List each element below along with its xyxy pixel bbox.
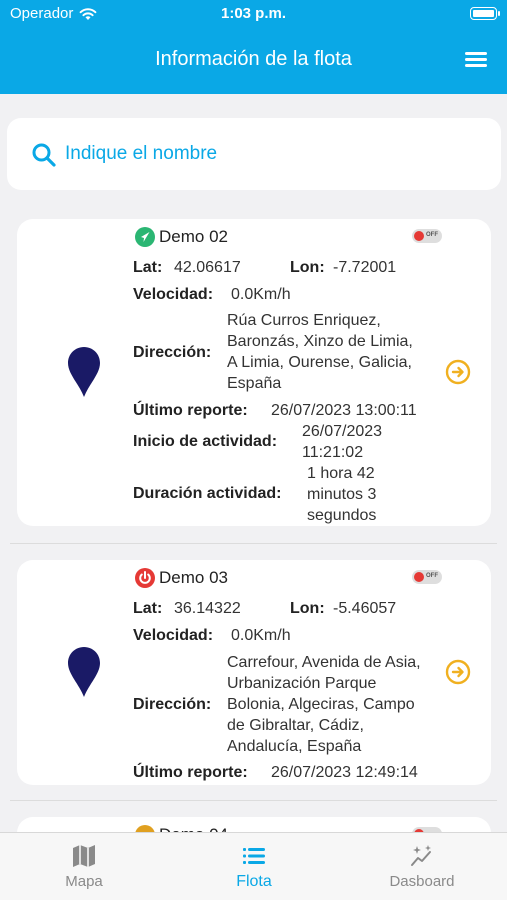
activity-duration-line: 1 hora 42: [307, 465, 375, 482]
tab-flota[interactable]: Flota: [194, 843, 314, 891]
lon-value: -7.72001: [333, 259, 397, 276]
status-bar: Operador 1:03 p.m.: [0, 0, 507, 28]
tab-label: Dasboard: [389, 873, 455, 890]
battery-icon: [470, 7, 500, 20]
device-name: Demo 03: [159, 568, 228, 587]
last-report-value: 26/07/2023 13:00:11: [271, 402, 417, 419]
toggle-label: OFF: [426, 573, 438, 579]
address-line: de Gibraltar, Cádiz,: [227, 717, 364, 734]
list-divider: [10, 800, 497, 801]
map-icon: [73, 845, 95, 867]
arrow-right-circle-icon[interactable]: [445, 359, 471, 385]
address-line: Rúa Curros Enriquez,: [227, 312, 381, 329]
activity-duration-line: minutos 3: [307, 486, 377, 503]
address-label: Dirección:: [133, 344, 212, 361]
address-line: España: [227, 375, 282, 392]
hamburger-icon-line: [465, 64, 487, 67]
tab-mapa[interactable]: Mapa: [24, 843, 144, 890]
speed-value: 0.0Km/h: [231, 286, 291, 303]
tab-bar: Mapa Flota Dasboard: [0, 832, 507, 900]
last-report-value: 26/07/2023 12:49:14: [271, 764, 418, 781]
tab-label: Flota: [236, 873, 272, 890]
search-icon[interactable]: [31, 142, 57, 168]
ignition-toggle[interactable]: OFF: [412, 229, 442, 243]
device-name: Demo 02: [159, 227, 228, 246]
last-report-label: Último reporte:: [133, 402, 248, 419]
arrow-right-circle-icon[interactable]: [445, 659, 471, 685]
lon-label: Lon:: [290, 259, 325, 276]
hamburger-icon-line: [465, 58, 487, 61]
device-card[interactable]: Demo 02 OFF Lat: 42.06617 Lon: -7.72001 …: [17, 219, 491, 526]
map-pin-icon: [68, 347, 100, 397]
app-header: Operador 1:03 p.m. Información de la flo…: [0, 0, 507, 94]
tab-dasboard[interactable]: Dasboard: [362, 843, 482, 890]
list-divider: [10, 543, 497, 544]
activity-start-line: 26/07/2023: [302, 423, 383, 440]
toggle-label: OFF: [426, 232, 438, 238]
list-icon: [243, 848, 265, 864]
address-line: Andalucía, España: [227, 738, 362, 755]
activity-duration-line: segundos: [307, 507, 377, 524]
ignition-toggle[interactable]: OFF: [412, 570, 442, 584]
map-pin-icon: [68, 647, 100, 697]
search-input[interactable]: [65, 138, 485, 170]
device-name-row: Demo 02: [134, 226, 228, 248]
speed-label: Velocidad:: [133, 286, 214, 303]
lon-label: Lon:: [290, 600, 325, 617]
address-line: Urbanización Parque: [227, 675, 377, 692]
address-label: Dirección:: [133, 696, 212, 713]
device-card[interactable]: Demo 03 OFF Lat: 36.14322 Lon: -5.46057 …: [17, 560, 491, 785]
address-line: Carrefour, Avenida de Asia,: [227, 654, 421, 671]
activity-start-line: 11:21:02: [302, 444, 364, 461]
lat-label: Lat:: [133, 259, 163, 276]
address-line: Baronzás, Xinzo de Limia,: [227, 333, 413, 350]
speed-value: 0.0Km/h: [231, 627, 291, 644]
hamburger-icon: [465, 52, 487, 55]
speed-label: Velocidad:: [133, 627, 214, 644]
power-off-status-icon: [135, 568, 155, 588]
tab-label: Mapa: [65, 873, 103, 890]
search-box: [7, 118, 501, 190]
toggle-knob: [414, 231, 424, 241]
last-report-label: Último reporte:: [133, 764, 248, 781]
activity-duration-label: Duración actividad:: [133, 485, 282, 502]
page-title: Información de la flota: [155, 48, 352, 70]
address-line: A Limia, Ourense, Galicia,: [227, 354, 412, 371]
toggle-knob: [414, 572, 424, 582]
activity-start-label: Inicio de actividad:: [133, 433, 278, 450]
sparkle-chart-icon: [411, 845, 431, 866]
clock: 1:03 p.m.: [220, 5, 287, 22]
lat-value: 36.14322: [174, 600, 241, 617]
address-line: Bolonia, Algeciras, Campo: [227, 696, 415, 713]
lon-value: -5.46057: [333, 600, 397, 617]
menu-button[interactable]: [465, 50, 489, 68]
device-name-row: Demo 03: [134, 567, 228, 589]
lat-label: Lat:: [133, 600, 163, 617]
moving-status-icon: [135, 227, 155, 247]
lat-value: 42.06617: [174, 259, 241, 276]
